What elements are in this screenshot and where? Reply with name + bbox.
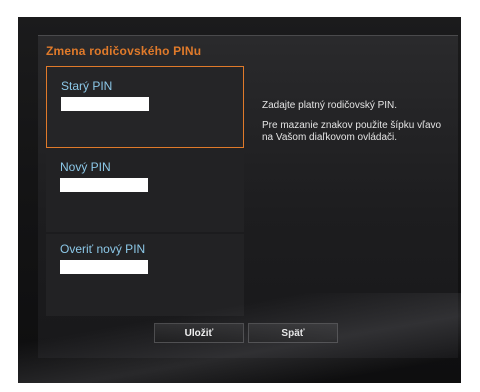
help-text: Zadajte platný rodičovský PIN. Pre mazan…: [262, 100, 452, 152]
old-pin-field[interactable]: Starý PIN: [46, 66, 244, 148]
new-pin-input[interactable]: [60, 178, 148, 192]
verify-pin-label: Overiť nový PIN: [60, 242, 146, 256]
new-pin-field[interactable]: Nový PIN: [46, 152, 244, 232]
new-pin-label: Nový PIN: [60, 160, 111, 174]
dialog-title: Zmena rodičovského PINu: [46, 44, 202, 58]
verify-pin-input[interactable]: [60, 260, 148, 274]
tv-screen: Zmena rodičovského PINu Starý PIN Nový P…: [18, 17, 461, 383]
old-pin-input[interactable]: [61, 97, 149, 111]
save-button[interactable]: Uložiť: [154, 323, 244, 343]
verify-pin-field[interactable]: Overiť nový PIN: [46, 234, 244, 316]
old-pin-label: Starý PIN: [61, 79, 113, 93]
back-button[interactable]: Späť: [248, 323, 338, 343]
help-text-line1: Zadajte platný rodičovský PIN.: [262, 100, 398, 111]
help-text-line2: Pre mazanie znakov použite šípku vľavo n…: [262, 120, 442, 143]
change-pin-dialog: Zmena rodičovského PINu Starý PIN Nový P…: [38, 35, 458, 358]
